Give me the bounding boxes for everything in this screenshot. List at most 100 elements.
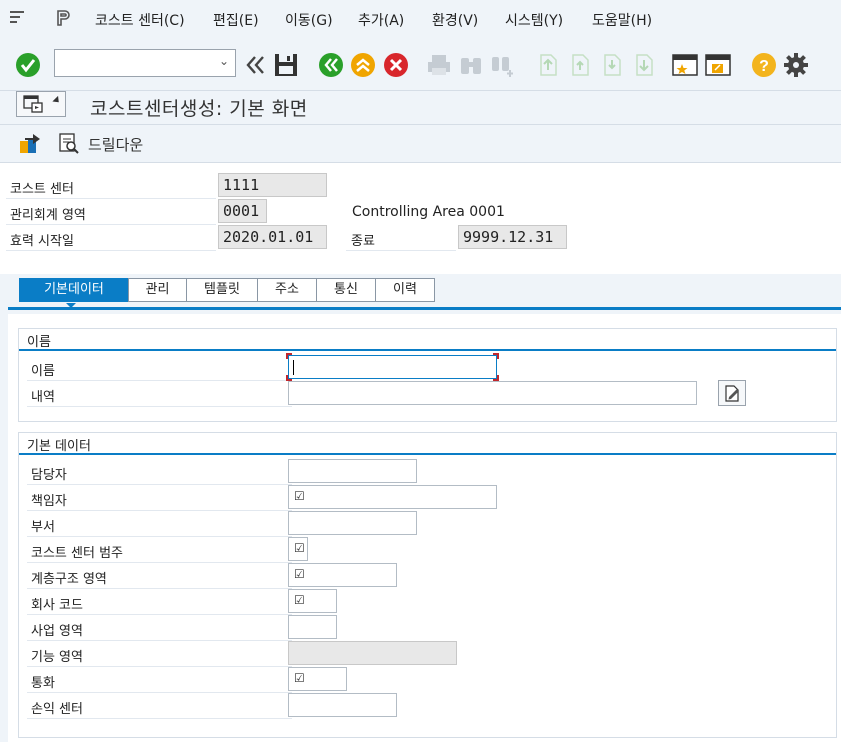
cost-center-label: 코스트 센터 — [10, 182, 74, 197]
menu-extras[interactable]: 추가(A) — [358, 10, 404, 30]
profit-center-row: 손익 센터 — [27, 693, 292, 719]
menu-environment[interactable]: 환경(V) — [432, 10, 478, 30]
command-field[interactable]: ⌄ — [54, 49, 236, 77]
functional-area-label: 기능 영역 — [31, 650, 83, 665]
user-responsible-input[interactable]: ☑ — [288, 485, 497, 509]
person-responsible-input[interactable] — [288, 459, 417, 483]
exit-icon[interactable] — [350, 52, 376, 78]
controlling-area-text: Controlling Area 0001 — [352, 204, 505, 220]
active-tab-indicator — [66, 303, 76, 308]
drilldown-icon[interactable] — [58, 132, 80, 154]
focus-corner — [286, 353, 292, 359]
back-icon[interactable] — [243, 52, 269, 78]
menu-toggle-icon[interactable] — [8, 8, 26, 26]
menu-goto[interactable]: 이동(G) — [285, 10, 333, 30]
category-row: 코스트 센터 범주 — [27, 537, 292, 563]
focus-corner — [493, 353, 499, 359]
hierarchy-input[interactable]: ☑ — [288, 563, 397, 587]
required-check-icon: ☑ — [294, 489, 305, 503]
name-input[interactable] — [286, 353, 499, 381]
person-responsible-row: 담당자 — [27, 459, 292, 485]
cancel-icon[interactable] — [383, 52, 409, 78]
business-area-input[interactable] — [288, 615, 337, 639]
currency-input[interactable]: ☑ — [288, 667, 347, 691]
dropdown-arrow-icon — [52, 95, 62, 106]
print-icon[interactable] — [426, 52, 452, 78]
functional-area-input — [288, 641, 457, 665]
name-row: 이름 — [27, 355, 292, 381]
category-input[interactable]: ☑ — [288, 537, 308, 561]
page-title: 코스트센터생성: 기본 화면 — [90, 98, 308, 120]
menu-cost-center[interactable]: 코스트 센터(C) — [95, 10, 185, 30]
standard-toolbar: ⌄ ? — [0, 38, 841, 90]
drilldown-button[interactable]: 드릴다운 — [88, 134, 143, 155]
business-area-row: 사업 영역 — [27, 615, 292, 641]
find-next-icon[interactable] — [490, 52, 516, 78]
menu-system[interactable]: 시스템(Y) — [505, 10, 563, 30]
tab-templates[interactable]: 템플릿 — [186, 278, 258, 302]
last-page-icon[interactable] — [631, 52, 657, 78]
company-code-input[interactable]: ☑ — [288, 589, 337, 613]
help-icon[interactable]: ? — [751, 52, 777, 78]
group-divider — [19, 349, 836, 351]
valid-from-label: 효력 시작일 — [10, 234, 74, 249]
controlling-area-field[interactable]: 0001 — [218, 199, 267, 223]
enter-icon[interactable] — [15, 52, 41, 78]
user-responsible-label: 책임자 — [31, 494, 67, 509]
previous-page-icon[interactable] — [567, 52, 593, 78]
tab-content: 이름 이름 내역 기본 데이터 담당자 책임자 ☑ 부서 코스트 센터 범주 ☑… — [8, 314, 841, 742]
tab-control[interactable]: 관리 — [128, 278, 187, 302]
valid-from-field[interactable]: 2020.01.01 — [218, 225, 327, 249]
save-icon[interactable] — [273, 52, 299, 78]
tab-underline — [8, 307, 841, 310]
name-group: 이름 이름 내역 — [18, 328, 837, 422]
find-icon[interactable] — [458, 52, 484, 78]
name-label: 이름 — [31, 364, 55, 379]
required-check-icon: ☑ — [294, 593, 305, 607]
hierarchy-label: 계층구조 영역 — [31, 572, 107, 587]
company-code-row: 회사 코드 — [27, 589, 292, 615]
required-check-icon: ☑ — [294, 671, 305, 685]
tab-history[interactable]: 이력 — [375, 278, 435, 302]
cost-center-field[interactable]: 1111 — [218, 173, 327, 197]
screen-list-icon — [23, 95, 43, 113]
group-divider — [19, 453, 836, 455]
description-input[interactable] — [288, 381, 697, 405]
profit-center-label: 손익 센터 — [31, 702, 83, 717]
business-area-label: 사업 영역 — [31, 624, 83, 639]
company-code-label: 회사 코드 — [31, 598, 83, 613]
long-text-button[interactable] — [718, 380, 746, 406]
settings-icon[interactable] — [783, 52, 809, 78]
application-toolbar: 드릴다운 — [0, 124, 841, 162]
tab-communication[interactable]: 통신 — [316, 278, 376, 302]
controlling-area-label: 관리회계 영역 — [10, 208, 86, 223]
other-object-icon[interactable] — [19, 133, 43, 155]
menu-help[interactable]: 도움말(H) — [592, 10, 652, 30]
description-row: 내역 — [27, 381, 292, 407]
valid-to-field[interactable]: 9999.12.31 — [458, 225, 567, 249]
chevron-down-icon[interactable]: ⌄ — [219, 54, 229, 68]
tab-strip: 기본데이터 관리 템플릿 주소 통신 이력 — [0, 274, 841, 312]
description-label: 내역 — [31, 390, 55, 405]
sap-p-icon[interactable] — [54, 8, 74, 28]
screen-menu-button[interactable] — [16, 91, 66, 117]
first-page-icon[interactable] — [535, 52, 561, 78]
department-row: 부서 — [27, 511, 292, 537]
menu-edit[interactable]: 편집(E) — [213, 10, 259, 30]
new-session-icon[interactable] — [672, 52, 698, 78]
next-page-icon[interactable] — [599, 52, 625, 78]
text-cursor — [293, 360, 294, 375]
user-responsible-row: 책임자 — [27, 485, 292, 511]
shortcut-icon[interactable] — [705, 52, 731, 78]
title-bar: 코스트센터생성: 기본 화면 — [0, 90, 841, 124]
tab-basic-data[interactable]: 기본데이터 — [19, 278, 129, 302]
tab-address[interactable]: 주소 — [257, 278, 317, 302]
department-input[interactable] — [288, 511, 417, 535]
back-nav-icon[interactable] — [318, 52, 344, 78]
valid-to-label: 종료 — [351, 234, 375, 249]
profit-center-input[interactable] — [288, 693, 397, 717]
name-group-title: 이름 — [27, 335, 51, 350]
required-check-icon: ☑ — [294, 567, 305, 581]
currency-row: 통화 — [27, 667, 292, 693]
category-label: 코스트 센터 범주 — [31, 546, 123, 561]
